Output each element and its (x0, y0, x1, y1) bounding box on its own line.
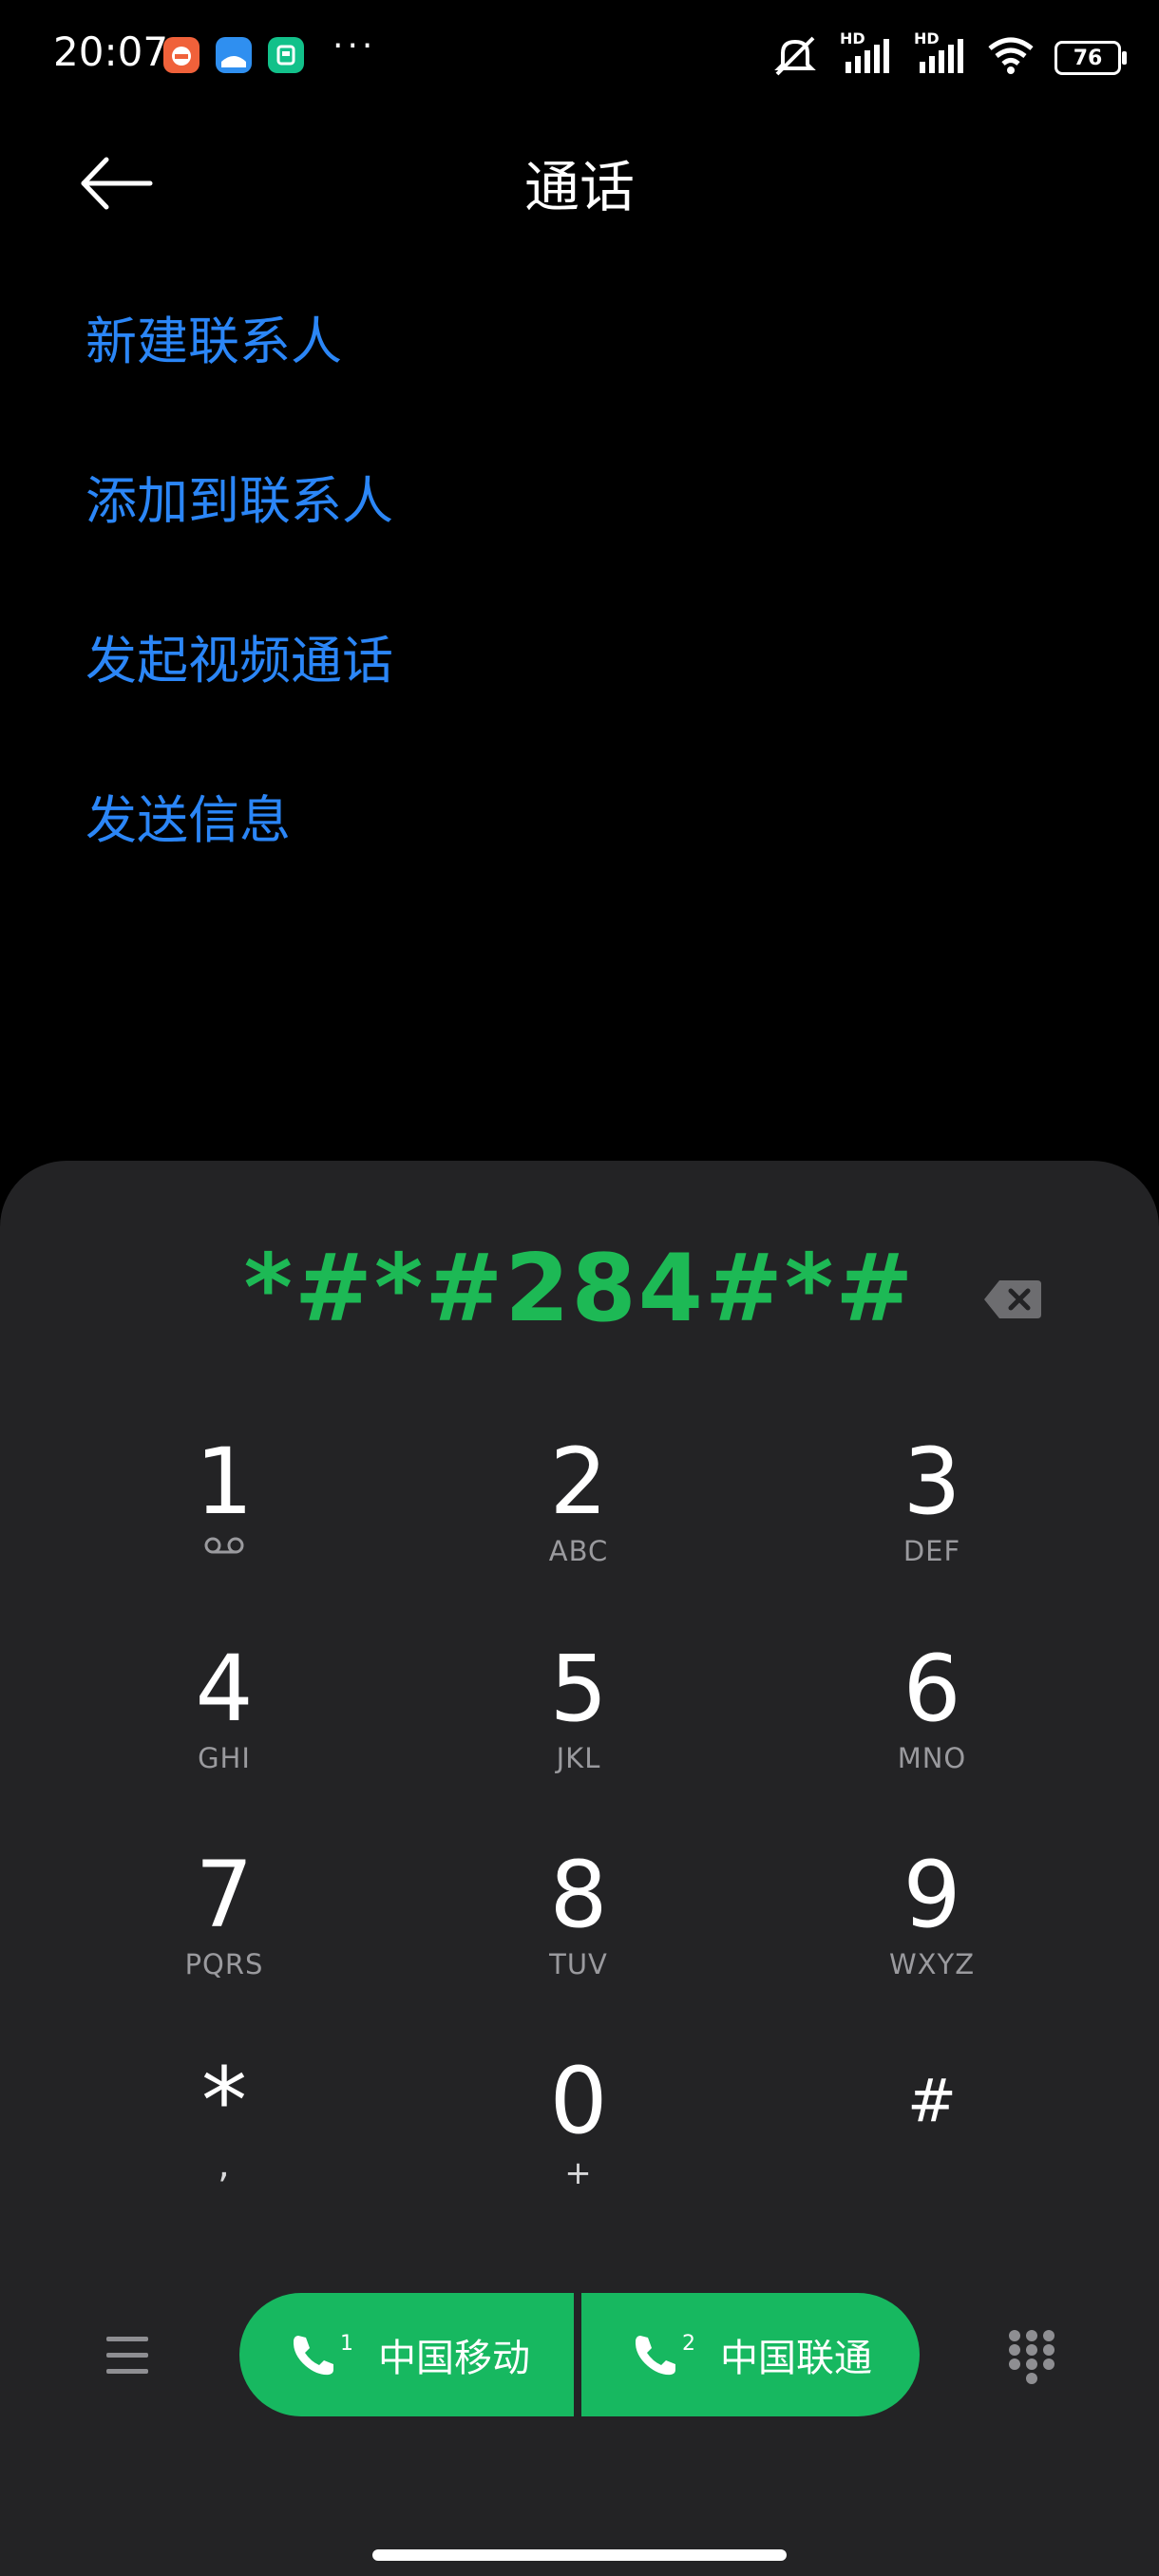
key-digit: 2 (549, 1429, 608, 1535)
hd-label: HD (914, 29, 940, 47)
status-bar: 20:07 ··· HD HD 76 (0, 0, 1159, 114)
send-message-link[interactable]: 发送信息 (86, 787, 393, 947)
key-letters: , (218, 2143, 231, 2187)
keypad-toggle-button[interactable] (1007, 2329, 1056, 2384)
app-icon-orange (163, 37, 200, 73)
key-digit: 3 (902, 1429, 961, 1535)
phone-sim2-icon (635, 2336, 675, 2376)
sim1-number: 1 (340, 2331, 353, 2356)
app-icon-blue (216, 37, 252, 73)
key-digit: 6 (902, 1636, 961, 1742)
hamburger-icon (106, 2337, 148, 2374)
key-digit: 0 (549, 2048, 608, 2154)
menu-button[interactable] (104, 2335, 152, 2377)
hd-label: HD (840, 29, 865, 47)
key-letters: TUV (549, 1948, 608, 1980)
key-6[interactable]: 6 MNO (799, 1632, 1065, 1803)
key-digit: 7 (195, 1842, 254, 1948)
signal-sim1-icon: HD (840, 29, 893, 79)
key-letters: WXYZ (888, 1948, 976, 1980)
wifi-icon (988, 37, 1034, 79)
key-3[interactable]: 3 DEF (799, 1425, 1065, 1596)
key-digit: 5 (549, 1636, 608, 1742)
key-4[interactable]: 4 GHI (91, 1632, 357, 1803)
sim2-carrier-label: 中国联通 (720, 2337, 872, 2380)
key-8[interactable]: 8 TUV (446, 1838, 712, 2009)
sim2-number: 2 (682, 2331, 695, 2356)
backspace-icon (984, 1280, 1041, 1318)
key-7[interactable]: 7 PQRS (91, 1838, 357, 2009)
home-indicator[interactable] (372, 2549, 787, 2561)
key-letters: DEF (902, 1535, 961, 1567)
key-digit: 8 (549, 1842, 608, 1948)
key-hash[interactable]: # (799, 2044, 1065, 2215)
phone-sim1-icon (293, 2336, 333, 2376)
key-digit: 4 (195, 1636, 254, 1742)
key-letters: MNO (897, 1742, 967, 1774)
key-9[interactable]: 9 WXYZ (799, 1838, 1065, 2009)
signal-sim2-icon: HD (914, 29, 967, 79)
sim1-carrier-label: 中国移动 (378, 2337, 530, 2380)
key-letters: PQRS (184, 1948, 264, 1980)
key-0[interactable]: 0 + (446, 2044, 712, 2215)
status-time: 20:07 (53, 28, 169, 75)
key-digit: 9 (902, 1842, 961, 1948)
key-letters: JKL (556, 1742, 601, 1774)
video-call-link[interactable]: 发起视频通话 (86, 628, 393, 787)
key-digit: * (201, 2048, 247, 2154)
page-title: 通话 (523, 155, 635, 219)
more-notifications-icon: ··· (332, 27, 377, 66)
call-sim2-button[interactable]: 2 中国联通 (581, 2293, 920, 2416)
key-1[interactable]: 1 (91, 1425, 357, 1596)
voicemail-icon (204, 1537, 244, 1554)
add-to-contact-link[interactable]: 添加到联系人 (86, 468, 393, 628)
key-digit: # (907, 2066, 957, 2135)
key-2[interactable]: 2 ABC (446, 1425, 712, 1596)
silent-mode-icon (771, 34, 819, 82)
battery-icon: 76 (1054, 41, 1127, 75)
key-5[interactable]: 5 JKL (446, 1632, 712, 1803)
backspace-button[interactable] (982, 1279, 1043, 1320)
key-letters: ABC (548, 1535, 609, 1567)
key-letters: + (564, 2154, 593, 2192)
key-star[interactable]: * , (91, 2044, 357, 2215)
new-contact-link[interactable]: 新建联系人 (86, 309, 393, 468)
call-sim1-button[interactable]: 1 中国移动 (239, 2293, 574, 2416)
dialpad-grid-icon (1009, 2330, 1054, 2384)
app-icon-green (268, 37, 304, 73)
action-list: 新建联系人 添加到联系人 发起视频通话 发送信息 (86, 309, 393, 947)
key-digit: 1 (195, 1429, 254, 1535)
key-letters: GHI (198, 1742, 251, 1774)
